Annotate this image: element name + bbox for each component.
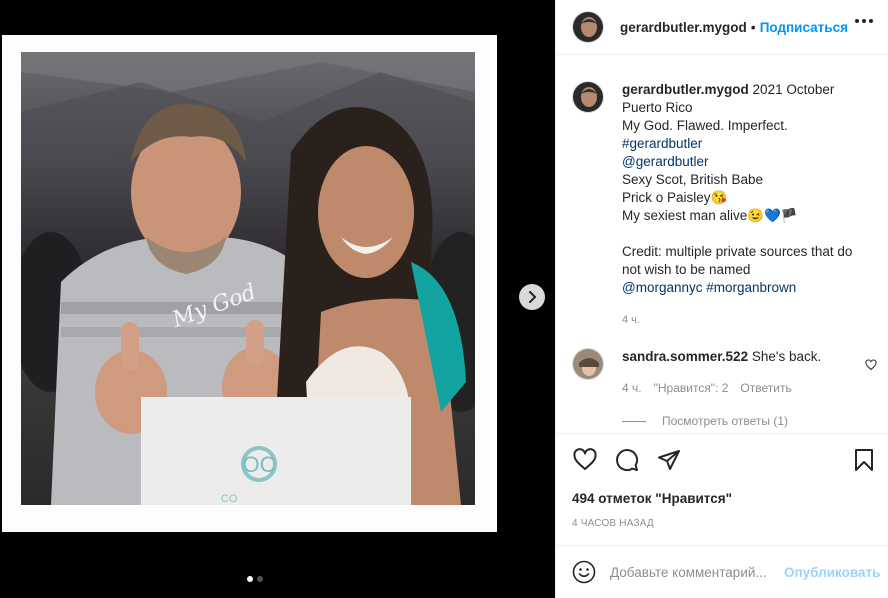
sign-sub-text: CO bbox=[221, 493, 238, 505]
post-actions: 494 отметок "Нравится" 4 ЧАСОВ НАЗАД bbox=[556, 433, 888, 545]
add-comment-bar: Опубликовать bbox=[556, 545, 888, 598]
caption-line-text: Credit: multiple private sources that do… bbox=[622, 244, 853, 277]
comment-time[interactable]: 4 ч. bbox=[622, 379, 642, 397]
caption-line[interactable]: @gerardbutler bbox=[622, 153, 872, 171]
caption-line-text: Puerto Rico bbox=[622, 100, 693, 115]
heart-icon bbox=[573, 448, 597, 470]
post-caption: gerardbutler.mygod 2021 October Puerto Ri… bbox=[572, 81, 872, 329]
save-button[interactable] bbox=[851, 447, 877, 473]
post-time-ago[interactable]: 4 ЧАСОВ НАЗАД bbox=[572, 518, 654, 529]
caption-line-text: Sexy Scot, British Babe bbox=[622, 172, 764, 187]
comment-body: sandra.sommer.522 She's back. 4 ч. "Нрав… bbox=[622, 348, 821, 397]
carousel-dot bbox=[257, 576, 263, 582]
caption-line: Sexy Scot, British Babe bbox=[622, 171, 872, 189]
chevron-right-icon bbox=[529, 291, 536, 303]
post-header: gerardbutler.mygod • Подписаться bbox=[556, 0, 888, 55]
view-replies-line bbox=[622, 420, 646, 422]
caption-line: gerardbutler.mygod 2021 October bbox=[622, 81, 872, 99]
caption-line-text: 2021 October bbox=[752, 82, 835, 97]
comment-likes[interactable]: "Нравится": 2 bbox=[654, 379, 729, 397]
polaroid-frame: OC CO My God bbox=[2, 35, 497, 532]
caption-line: Credit: multiple private sources that do… bbox=[622, 243, 872, 279]
caption-line: Prick o Paisley😘 bbox=[622, 189, 872, 207]
caption-line-text: My sexiest man alive😉💙🏴 bbox=[622, 208, 798, 223]
credit-tag[interactable]: #morganbrown bbox=[706, 280, 796, 295]
caption-tag[interactable]: @gerardbutler bbox=[622, 154, 709, 169]
photo-illustration: OC CO My God bbox=[21, 52, 475, 505]
sign-logo-text: OC bbox=[243, 452, 276, 477]
caption-line-text: My God. Flawed. Imperfect. bbox=[622, 118, 788, 133]
caption-lines: gerardbutler.mygod 2021 October Puerto Ri… bbox=[622, 81, 872, 279]
caption-username[interactable]: gerardbutler.mygod bbox=[622, 82, 749, 97]
commenter-username[interactable]: sandra.sommer.522 bbox=[622, 349, 748, 364]
more-options-icon[interactable] bbox=[855, 19, 873, 23]
caption-text: gerardbutler.mygod 2021 October Puerto Ri… bbox=[622, 81, 872, 329]
header-separator: • bbox=[750, 19, 756, 35]
author-username[interactable]: gerardbutler.mygod bbox=[620, 20, 747, 35]
comment-bubble-icon bbox=[616, 449, 639, 472]
like-button[interactable] bbox=[572, 447, 598, 473]
caption-line bbox=[622, 225, 872, 243]
comment-text: She's back. bbox=[751, 349, 822, 364]
view-replies-label: Посмотреть ответы (1) bbox=[662, 414, 789, 428]
caption-line: My God. Flawed. Imperfect. bbox=[622, 117, 872, 135]
heart-icon bbox=[865, 359, 877, 371]
comment-input[interactable] bbox=[610, 564, 778, 580]
carousel-next-button[interactable] bbox=[519, 284, 545, 310]
share-button[interactable] bbox=[656, 447, 682, 473]
caption-avatar[interactable] bbox=[572, 81, 604, 113]
follow-button[interactable]: Подписаться bbox=[760, 20, 848, 35]
caption-credit-tags: @morgannyc #morganbrown bbox=[622, 279, 872, 297]
view-replies-button[interactable]: Посмотреть ответы (1) bbox=[622, 414, 877, 428]
emoji-icon[interactable] bbox=[572, 560, 596, 584]
author-avatar[interactable] bbox=[572, 11, 604, 43]
caption-line: My sexiest man alive😉💙🏴 bbox=[622, 207, 872, 225]
comment-reply-button[interactable]: Ответить bbox=[740, 379, 791, 397]
bookmark-icon bbox=[855, 449, 873, 471]
caption-line[interactable]: #gerardbutler bbox=[622, 135, 872, 153]
post-media: OC CO My God bbox=[0, 0, 555, 598]
likes-count[interactable]: 494 отметок "Нравится" bbox=[572, 491, 732, 506]
comment-item: sandra.sommer.522 She's back. 4 ч. "Нрав… bbox=[572, 348, 877, 428]
comment-button[interactable] bbox=[614, 447, 640, 473]
caption-time[interactable]: 4 ч. bbox=[622, 311, 872, 329]
carousel-dot-active bbox=[247, 576, 253, 582]
carousel-indicator bbox=[247, 576, 263, 582]
post-photo[interactable]: OC CO My God bbox=[21, 52, 475, 505]
caption-tag[interactable]: #gerardbutler bbox=[622, 136, 702, 151]
commenter-avatar[interactable] bbox=[572, 348, 604, 380]
caption-line-text: Prick o Paisley😘 bbox=[622, 190, 728, 205]
credit-tag[interactable]: @morgannyc bbox=[622, 280, 703, 295]
comments-area: gerardbutler.mygod 2021 October Puerto Ri… bbox=[556, 56, 888, 433]
caption-line: Puerto Rico bbox=[622, 99, 872, 117]
publish-button[interactable]: Опубликовать bbox=[784, 565, 880, 580]
paper-plane-icon bbox=[658, 450, 680, 470]
comment-like-button[interactable] bbox=[865, 358, 877, 374]
comment-meta: 4 ч. "Нравится": 2 Ответить bbox=[622, 379, 821, 397]
post-side-panel: gerardbutler.mygod • Подписаться gerardb… bbox=[555, 0, 888, 598]
